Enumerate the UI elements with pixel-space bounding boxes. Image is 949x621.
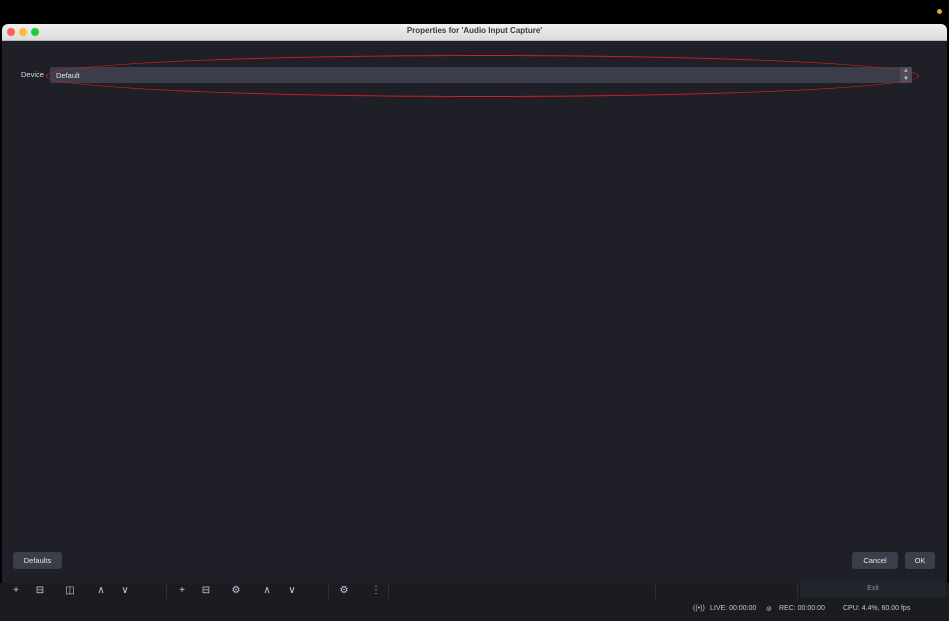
cpu-fps-readout: CPU: 4.4%, 60.00 fps [843, 605, 911, 612]
source-properties-icon[interactable]: ⚙ [229, 584, 243, 597]
dock-divider [328, 583, 329, 599]
dock-divider [166, 583, 167, 599]
scene-filters-icon[interactable]: ◫ [63, 584, 77, 597]
add-source-icon[interactable]: + [175, 584, 189, 597]
defaults-button[interactable]: Defaults [13, 552, 62, 569]
remove-source-icon[interactable]: ⊟ [199, 584, 213, 597]
live-time: LIVE: 00:00:00 [710, 605, 757, 612]
device-select[interactable]: Default ▲ ▼ [50, 67, 912, 83]
main-window-dock: + ⊟ ◫ ∧ ∨ + ⊟ ⚙ ∧ ∨ ⚙ ⋮ Exit ((•)) LIVE:… [0, 583, 949, 621]
dock-divider [388, 583, 389, 599]
exit-button[interactable]: Exit [800, 583, 946, 597]
properties-window: Properties for 'Audio Input Capture' Dev… [2, 24, 947, 598]
title-bar[interactable]: Properties for 'Audio Input Capture' [2, 24, 947, 41]
move-source-down-icon[interactable]: ∨ [285, 584, 299, 597]
dock-divider [797, 583, 798, 599]
device-select-value: Default [56, 71, 80, 80]
move-scene-down-icon[interactable]: ∨ [118, 584, 132, 597]
audio-menu-icon[interactable]: ⋮ [369, 584, 383, 597]
dock-divider [655, 583, 656, 599]
remove-scene-icon[interactable]: ⊟ [33, 584, 47, 597]
live-icon: ((•)) [693, 605, 705, 612]
ok-button[interactable]: OK [905, 552, 935, 569]
select-chevron-icon[interactable]: ▲ ▼ [900, 67, 912, 83]
move-scene-up-icon[interactable]: ∧ [94, 584, 108, 597]
status-bar: ((•)) LIVE: 00:00:00 ⊘ REC: 00:00:00 CPU… [0, 601, 949, 619]
move-source-up-icon[interactable]: ∧ [260, 584, 274, 597]
cancel-button[interactable]: Cancel [852, 552, 898, 569]
add-scene-icon[interactable]: + [9, 584, 23, 597]
rec-icon: ⊘ [766, 606, 772, 613]
window-title: Properties for 'Audio Input Capture' [406, 26, 543, 35]
rec-time: REC: 00:00:00 [779, 605, 825, 612]
audio-settings-icon[interactable]: ⚙ [337, 584, 351, 597]
device-label: Device [21, 70, 44, 79]
dock-toolbar: + ⊟ ◫ ∧ ∨ + ⊟ ⚙ ∧ ∨ ⚙ ⋮ Exit [0, 583, 949, 599]
system-menubar [0, 0, 949, 24]
notification-dot [937, 9, 942, 14]
